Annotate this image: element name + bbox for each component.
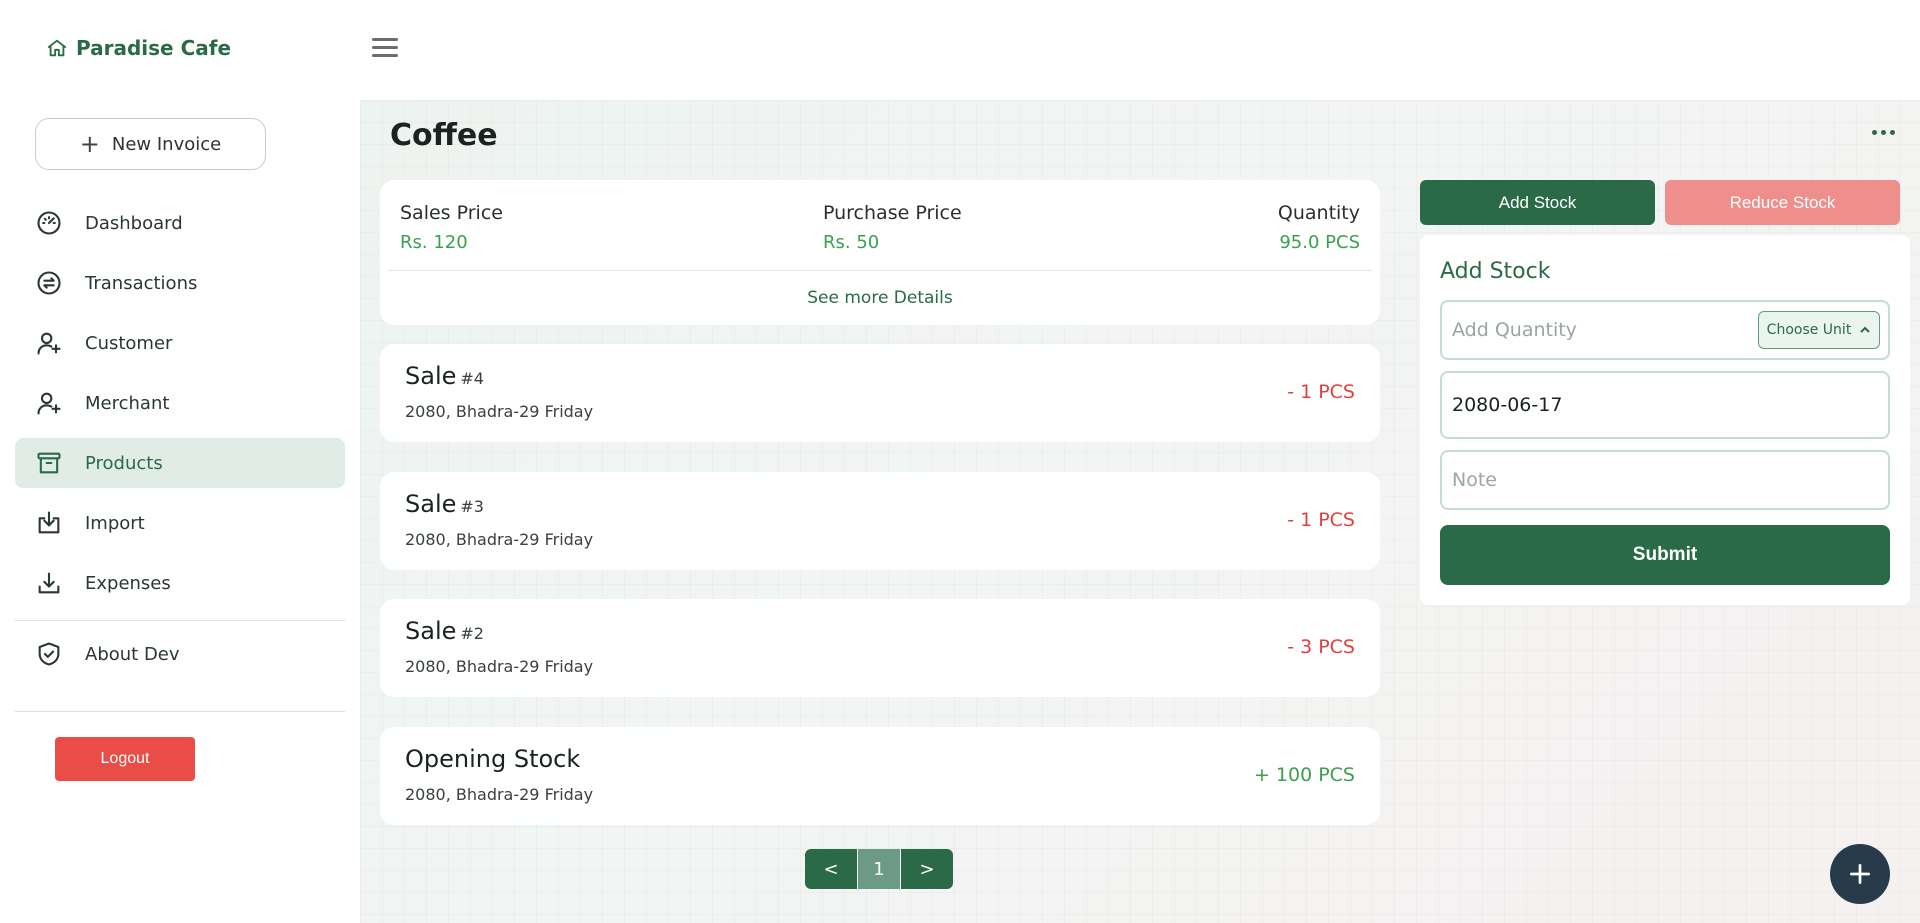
quantity-label: Quantity — [1277, 202, 1360, 224]
see-more-details-link[interactable]: See more Details — [380, 288, 1380, 308]
brand-logo[interactable]: Paradise Cafe — [46, 36, 231, 60]
shield-check-icon — [38, 642, 60, 666]
transaction-quantity: - 1 PCS — [1287, 381, 1355, 403]
transaction-quantity: - 3 PCS — [1287, 636, 1355, 658]
sidebar-nav: Dashboard Transactions Customer Merchant… — [15, 198, 345, 618]
transaction-title: Opening Stock — [405, 745, 580, 773]
sidebar-item-import[interactable]: Import — [15, 498, 345, 548]
page-title: Coffee — [390, 118, 498, 153]
sidebar-item-expenses[interactable]: Expenses — [15, 558, 345, 608]
add-fab-button[interactable] — [1830, 844, 1890, 904]
note-placeholder: Note — [1452, 469, 1497, 491]
transaction-title: Sale #2 — [405, 617, 484, 645]
gauge-icon — [37, 211, 61, 235]
sidebar-item-label: Expenses — [85, 572, 171, 594]
summary-divider — [388, 270, 1372, 271]
download-icon — [38, 572, 60, 594]
transaction-type: Sale — [405, 490, 457, 518]
transaction-number: #3 — [460, 497, 484, 516]
sidebar-item-products[interactable]: Products — [15, 438, 345, 488]
sidebar-item-label: Customer — [85, 332, 173, 354]
sidebar-divider — [15, 711, 345, 712]
transaction-number: #2 — [460, 624, 484, 643]
chevron-up-icon — [1860, 326, 1871, 333]
new-invoice-label: New Invoice — [111, 133, 222, 155]
about-dev-label: About Dev — [85, 643, 180, 665]
transaction-quantity: + 100 PCS — [1253, 764, 1355, 786]
purchase-price-label: Purchase Price — [823, 202, 962, 224]
exchange-icon — [37, 271, 61, 295]
user-plus-icon — [37, 392, 61, 415]
sales-price-label: Sales Price — [400, 202, 503, 224]
transaction-date: 2080, Bhadra-29 Friday — [405, 530, 594, 549]
transaction-title: Sale #4 — [405, 362, 484, 390]
transaction-quantity: - 1 PCS — [1287, 509, 1355, 531]
transaction-title: Sale #3 — [405, 490, 484, 518]
sidebar-item-merchant[interactable]: Merchant — [15, 378, 345, 428]
sales-price-value: Rs. 120 — [400, 232, 468, 253]
transaction-number: #4 — [460, 369, 484, 388]
note-input[interactable]: Note — [1440, 450, 1890, 510]
transaction-date: 2080, Bhadra-29 Friday — [405, 402, 594, 421]
sidebar-item-label: Products — [85, 452, 163, 474]
sidebar-item-label: Transactions — [85, 272, 198, 294]
prev-page-button[interactable]: < — [805, 849, 857, 889]
choose-unit-label: Choose Unit — [1766, 322, 1852, 338]
archive-icon — [37, 452, 61, 474]
date-value: 2080-06-17 — [1452, 394, 1563, 416]
transaction-date: 2080, Bhadra-29 Friday — [405, 657, 594, 676]
sidebar-item-dashboard[interactable]: Dashboard — [15, 198, 345, 248]
transaction-card[interactable]: Sale #3 2080, Bhadra-29 Friday - 1 PCS — [380, 472, 1380, 570]
plus-icon — [1849, 863, 1871, 885]
sidebar-item-customer[interactable]: Customer — [15, 318, 345, 368]
date-input[interactable]: 2080-06-17 — [1440, 371, 1890, 439]
add-stock-form: Add Stock Add Quantity Choose Unit 2080-… — [1420, 235, 1910, 605]
pagination: < 1 > — [805, 849, 953, 889]
import-icon — [38, 511, 60, 534]
transaction-type: Sale — [405, 362, 457, 390]
quantity: Quantity 95.0 PCS — [1278, 202, 1360, 253]
plus-icon: + — [79, 130, 100, 158]
quantity-value: 95.0 PCS — [1279, 232, 1360, 253]
add-stock-button[interactable]: Add Stock — [1420, 180, 1655, 225]
sales-price: Sales Price Rs. 120 — [400, 202, 503, 253]
current-page-button[interactable]: 1 — [857, 849, 901, 889]
new-invoice-button[interactable]: + New Invoice — [35, 118, 266, 170]
sidebar-item-transactions[interactable]: Transactions — [15, 258, 345, 308]
menu-toggle-icon[interactable] — [372, 38, 398, 60]
brand-name: Paradise Cafe — [76, 36, 232, 60]
logout-button[interactable]: Logout — [55, 737, 195, 781]
sidebar: Paradise Cafe + New Invoice Dashboard Tr… — [0, 0, 360, 923]
quantity-input[interactable]: Add Quantity Choose Unit — [1440, 300, 1890, 360]
sidebar-item-label: Import — [85, 512, 145, 534]
user-plus-icon — [37, 332, 61, 355]
choose-unit-select[interactable]: Choose Unit — [1758, 311, 1880, 349]
next-page-button[interactable]: > — [901, 849, 953, 889]
sidebar-item-label: Merchant — [85, 392, 170, 414]
transaction-type: Sale — [405, 617, 457, 645]
add-stock-form-title: Add Stock — [1440, 259, 1551, 284]
transaction-card[interactable]: Sale #2 2080, Bhadra-29 Friday - 3 PCS — [380, 599, 1380, 697]
home-icon — [47, 39, 67, 57]
purchase-price-value: Rs. 50 — [823, 232, 880, 253]
more-options-icon[interactable] — [1872, 130, 1895, 135]
about-dev-link[interactable]: About Dev — [35, 640, 180, 668]
quantity-placeholder: Add Quantity — [1452, 319, 1577, 341]
submit-button[interactable]: Submit — [1440, 525, 1890, 585]
transaction-date: 2080, Bhadra-29 Friday — [405, 785, 594, 804]
sidebar-divider — [15, 620, 345, 621]
sidebar-item-label: Dashboard — [85, 212, 183, 234]
product-summary-card: Sales Price Rs. 120 Purchase Price Rs. 5… — [380, 180, 1380, 325]
transaction-card[interactable]: Opening Stock 2080, Bhadra-29 Friday + 1… — [380, 727, 1380, 825]
purchase-price: Purchase Price Rs. 50 — [823, 202, 962, 253]
transaction-type: Opening Stock — [405, 745, 581, 773]
transaction-card[interactable]: Sale #4 2080, Bhadra-29 Friday - 1 PCS — [380, 344, 1380, 442]
reduce-stock-button[interactable]: Reduce Stock — [1665, 180, 1900, 225]
